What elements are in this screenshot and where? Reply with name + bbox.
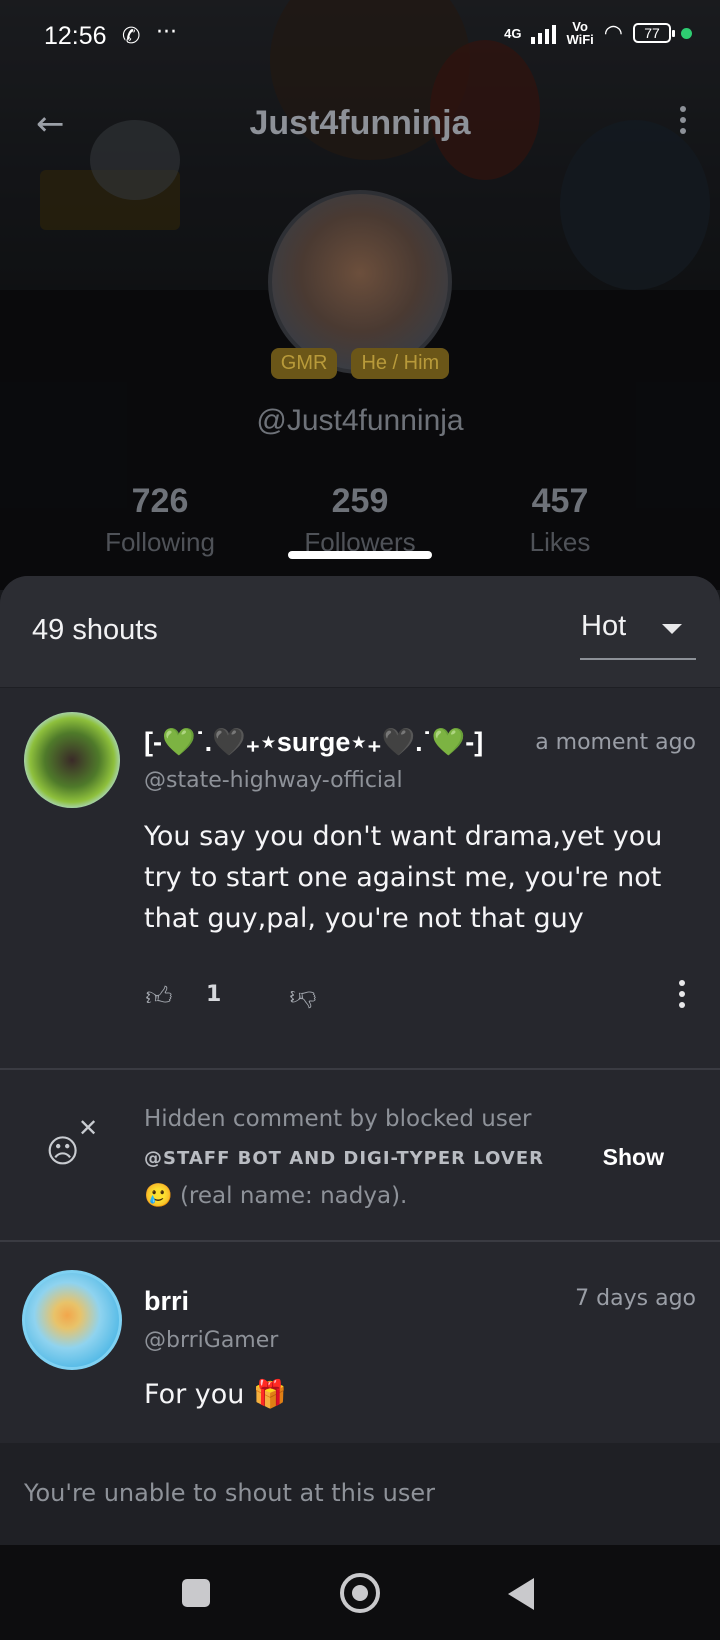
shout-author-username[interactable]: @brriGamer [144, 1328, 278, 1353]
status-icons: 4G Vo WiFi ◠ 77 [504, 20, 692, 46]
recents-button[interactable] [182, 1579, 210, 1607]
profile-topbar: ← Just4funninja [0, 90, 720, 160]
tag-gmr: GMR [270, 348, 338, 379]
shouts-sheet: 49 shouts Hot [-💚˙.🖤₊⋆surge⋆₊🖤.˙💚-] a mo… [0, 576, 720, 1546]
shout-text: You say you don't want drama,yet you try… [144, 821, 663, 934]
shout-timestamp: 7 days ago [575, 1286, 696, 1311]
like-count: 1 [206, 982, 222, 1007]
shouts-count: 49 shouts [32, 614, 158, 646]
blocked-user-bio: 🥲 (real name: nadya). [144, 1183, 408, 1209]
profile-handle: @Just4funninja [256, 404, 464, 437]
home-button[interactable] [340, 1573, 380, 1613]
stat-followers[interactable]: 259 Followers [270, 482, 450, 558]
whatsapp-icon: ✆ [122, 24, 141, 49]
shout-item: brri 7 days ago @brriGamer For you 🎁 [0, 1242, 720, 1434]
sort-label: Hot [581, 610, 627, 642]
signal-icon [531, 22, 557, 44]
thumbs-down-icon[interactable]: 👍︎ [288, 982, 318, 1012]
shout-text: For you 🎁 [144, 1379, 287, 1410]
shout-timestamp: a moment ago [535, 730, 696, 755]
profile-title: Just4funninja [249, 104, 471, 142]
privacy-dot [681, 27, 692, 39]
back-button[interactable] [508, 1578, 534, 1610]
shout-author-name[interactable]: brri [144, 1286, 189, 1317]
vowifi-indicator: Vo WiFi [566, 19, 594, 47]
avatar[interactable] [24, 712, 120, 808]
battery-icon: 77 [633, 23, 675, 43]
more-notifications-icon: ··· [156, 20, 177, 45]
profile-stats: 726 Following 259 Followers 457 Likes [0, 482, 720, 558]
stat-likes[interactable]: 457 Likes [470, 482, 650, 558]
blocked-notice: You're unable to shout at this user [24, 1479, 436, 1507]
network-type: 4G [504, 25, 522, 41]
status-bar: 12:56 ✆ ··· 4G Vo WiFi ◠ 77 [0, 0, 720, 80]
chevron-down-icon [662, 624, 682, 634]
hidden-comment-label: Hidden comment by blocked user [144, 1106, 532, 1132]
sheet-drag-handle[interactable] [288, 551, 432, 559]
shout-author-username[interactable]: @state-highway-official [144, 768, 403, 793]
profile-tags: GMR He / Him [0, 348, 720, 379]
hidden-shout-item: ☹ ✕ Hidden comment by blocked user @STAF… [0, 1070, 720, 1242]
stat-following[interactable]: 726 Following [70, 482, 250, 558]
blocked-username: @STAFF BOT AND DIGI-TYPER LOVER [144, 1148, 544, 1169]
shout-actions: 👍︎ 1 👍︎ [144, 978, 696, 1018]
tag-pronouns: He / Him [351, 348, 450, 379]
shout-more-icon[interactable] [676, 980, 688, 1014]
shout-item: [-💚˙.🖤₊⋆surge⋆₊🖤.˙💚-] a moment ago @stat… [0, 688, 720, 1070]
more-options-icon[interactable] [676, 106, 690, 142]
show-hidden-button[interactable]: Show [603, 1144, 664, 1171]
shout-author-name[interactable]: [-💚˙.🖤₊⋆surge⋆₊🖤.˙💚-] [144, 726, 483, 758]
blocked-notice-bar: You're unable to shout at this user [0, 1443, 720, 1545]
wifi-icon: ◠ [603, 20, 623, 46]
sort-dropdown[interactable]: Hot [580, 600, 696, 660]
close-icon: ✕ [78, 1114, 99, 1142]
sheet-header: 49 shouts Hot [0, 576, 720, 688]
avatar[interactable] [22, 1270, 122, 1370]
system-nav-bar [0, 1545, 720, 1640]
app-screen: 12:56 ✆ ··· 4G Vo WiFi ◠ 77 ← Just4funni… [0, 0, 720, 1640]
status-time: 12:56 [44, 22, 107, 50]
thumbs-up-icon[interactable]: 👍︎ [144, 982, 174, 1012]
profile-avatar[interactable] [268, 190, 452, 374]
